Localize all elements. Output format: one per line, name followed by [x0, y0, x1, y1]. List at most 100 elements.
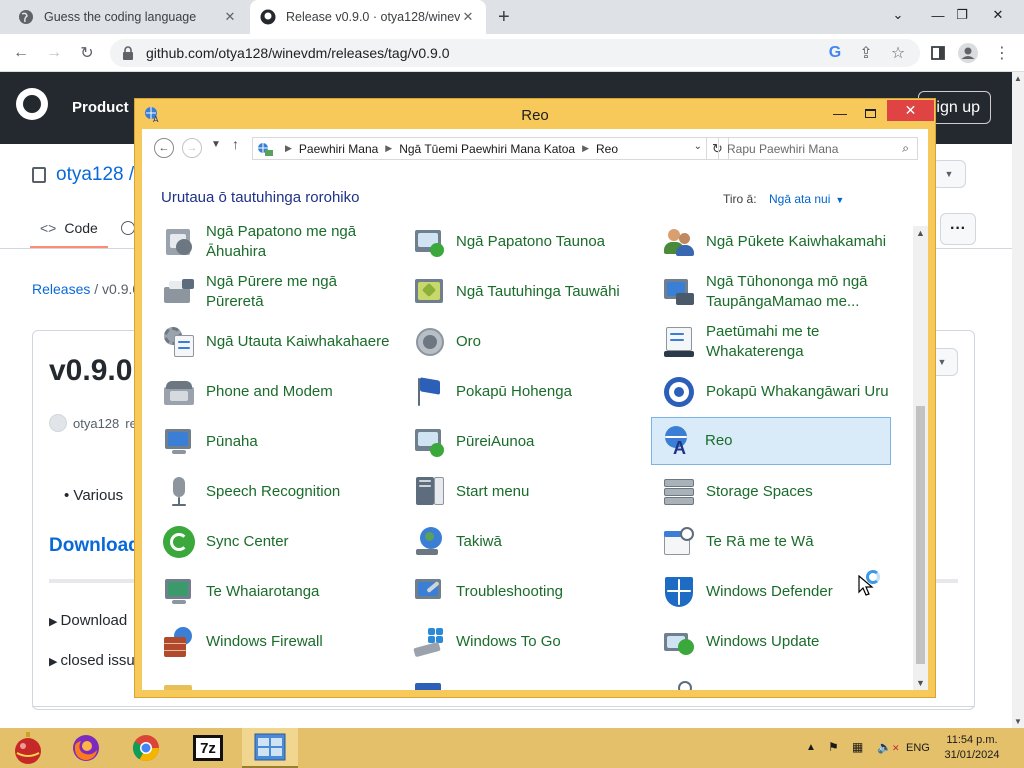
- volume-muted-icon[interactable]: 🔈✕: [877, 740, 900, 754]
- cp-item[interactable]: Ngā Papatono Taunoa: [402, 226, 642, 266]
- details-download[interactable]: ▶ Download: [49, 612, 127, 629]
- cp-item[interactable]: Storage Spaces: [652, 468, 892, 516]
- cp-item[interactable]: Phone and Modem: [152, 368, 392, 416]
- scroll-down-icon[interactable]: ▼: [916, 678, 925, 688]
- cp-item[interactable]: Te Whaiarotanga: [152, 568, 392, 616]
- address-bar[interactable]: github.com/otya128/winevdm/releases/tag/…: [110, 39, 920, 67]
- cp-item[interactable]: Speech Recognition: [152, 468, 392, 516]
- tab-code[interactable]: <> Code: [40, 220, 98, 236]
- breadcrumb-item[interactable]: Ngā Tūemi Paewhiri Mana Katoa: [399, 142, 575, 156]
- cp-item[interactable]: Windows Defender: [652, 568, 892, 616]
- close-button[interactable]: ✕: [887, 100, 934, 121]
- bookmark-star-icon[interactable]: ☆: [887, 42, 909, 64]
- minimize-button[interactable]: —: [827, 103, 853, 123]
- new-tab-button[interactable]: +: [498, 6, 510, 29]
- cp-item[interactable]: Ngā Utauta Kaiwhakahaere: [152, 318, 392, 366]
- profile-avatar-icon[interactable]: [957, 42, 979, 64]
- reload-icon[interactable]: ↻: [76, 42, 98, 64]
- control-panel-window: A Reo — ✕ ← → ▼ ↑ ▶ Paewhiri Mana ▶ Ngā …: [134, 98, 936, 698]
- items-scrollbar[interactable]: ▲ ▼: [913, 226, 928, 690]
- scroll-down-icon[interactable]: ▼: [1014, 717, 1022, 726]
- cp-item[interactable]: Paetūmahi me te Whakaterenga: [652, 318, 892, 366]
- cp-item[interactable]: Ngā Tautuhinga Tauwāhi: [402, 268, 642, 316]
- cp-item-partial[interactable]: [402, 668, 642, 690]
- cp-item[interactable]: Windows To Go: [402, 618, 642, 666]
- issues-icon[interactable]: [121, 221, 135, 235]
- cp-item[interactable]: PūreiAunoa: [402, 418, 642, 466]
- page-scrollbar[interactable]: ▲ ▼: [1012, 72, 1024, 728]
- window-titlebar[interactable]: A Reo — ✕: [135, 99, 935, 129]
- chevron-down-icon[interactable]: ⌄: [878, 0, 918, 30]
- show-hidden-icons[interactable]: ▲: [806, 742, 816, 753]
- cp-item[interactable]: Windows Update: [652, 618, 892, 666]
- cp-item-partial[interactable]: [152, 668, 392, 690]
- cp-item-partial[interactable]: [652, 668, 892, 690]
- google-icon[interactable]: G: [824, 42, 846, 64]
- avatar[interactable]: [49, 414, 67, 432]
- cp-item[interactable]: Te Rā me te Wā: [652, 518, 892, 566]
- microphone-icon: [162, 475, 196, 509]
- language-indicator[interactable]: ENG: [906, 742, 930, 754]
- breadcrumb-item[interactable]: Paewhiri Mana: [299, 142, 378, 156]
- taskbar-7zip[interactable]: 7z: [180, 728, 236, 768]
- maximize-button[interactable]: [857, 103, 883, 123]
- scroll-up-icon[interactable]: ▲: [916, 228, 925, 238]
- cp-item[interactable]: Start menu: [402, 468, 642, 516]
- view-by-dropdown[interactable]: Ngā ata nui ▼: [769, 192, 844, 206]
- back-icon[interactable]: ←: [154, 138, 174, 158]
- network-icon[interactable]: ▦: [852, 740, 863, 754]
- cp-item[interactable]: Sync Center: [152, 518, 392, 566]
- scrollbar-thumb[interactable]: [916, 406, 925, 664]
- close-icon[interactable]: ✕: [222, 9, 238, 25]
- github-logo-icon[interactable]: [16, 88, 48, 120]
- devices-printers-icon: [162, 275, 196, 309]
- more-options-button[interactable]: ···: [940, 213, 976, 245]
- browser-tab-guess[interactable]: Guess the coding language ✕: [8, 0, 248, 34]
- details-closed-issues[interactable]: ▶ closed issu: [49, 652, 135, 669]
- back-icon[interactable]: ←: [10, 42, 32, 64]
- download-heading[interactable]: Download: [49, 535, 140, 557]
- cp-item[interactable]: Pokapū Whakangāwari Uru: [652, 368, 892, 416]
- recent-pages-icon[interactable]: ▼: [211, 139, 221, 150]
- start-button[interactable]: [0, 728, 56, 768]
- search-input[interactable]: Rapu Paewhiri Mana ⌕: [718, 137, 918, 160]
- side-panel-icon[interactable]: [927, 42, 949, 64]
- cp-item[interactable]: Oro: [402, 318, 642, 366]
- cp-item[interactable]: Ngā Papatono me ngā Āhuahira: [152, 226, 392, 266]
- chevron-down-icon[interactable]: ⌄: [694, 141, 702, 152]
- cp-item[interactable]: Ngā Pūrere me ngā Pūreretā: [152, 268, 392, 316]
- cp-item[interactable]: Pokapū Hohenga: [402, 368, 642, 416]
- close-window-icon[interactable]: ✕: [978, 0, 1018, 30]
- clock[interactable]: 11:54 p.m. 31/01/2024: [932, 733, 1012, 763]
- browser-tab-release[interactable]: Release v0.9.0 · otya128/winevdm ✕: [250, 0, 486, 34]
- chevron-down-icon[interactable]: ▼: [932, 160, 966, 188]
- taskbar-control-panel[interactable]: [242, 728, 298, 768]
- breadcrumb-releases[interactable]: Releases: [32, 281, 90, 297]
- address-breadcrumb[interactable]: ▶ Paewhiri Mana ▶ Ngā Tūemi Paewhiri Man…: [252, 137, 707, 160]
- kebab-menu-icon[interactable]: ⋮: [991, 42, 1013, 64]
- cp-item[interactable]: Troubleshooting: [402, 568, 642, 616]
- release-author: otya128 re: [49, 414, 137, 432]
- nav-product[interactable]: Product: [72, 99, 129, 116]
- cp-item[interactable]: Windows Firewall: [152, 618, 392, 666]
- cp-item[interactable]: Ngā Tūhononga mō ngā TaupāngaMamao me...: [652, 268, 892, 316]
- cp-item[interactable]: Pūnaha: [152, 418, 392, 466]
- taskbar-firefox[interactable]: [58, 728, 114, 768]
- cp-item[interactable]: Takiwā: [402, 518, 642, 566]
- close-icon[interactable]: ✕: [460, 9, 476, 25]
- breadcrumb-item[interactable]: Reo: [596, 142, 618, 156]
- cp-item-selected[interactable]: A Reo: [651, 417, 891, 465]
- scroll-up-icon[interactable]: ▲: [1014, 74, 1022, 83]
- forward-icon[interactable]: →: [43, 42, 65, 64]
- share-icon[interactable]: ⇪: [855, 42, 877, 64]
- forward-icon[interactable]: →: [182, 138, 202, 158]
- taskbar-chrome[interactable]: [118, 728, 174, 768]
- cp-item[interactable]: Ngā Pūkete Kaiwhakamahi: [652, 226, 892, 266]
- programs-features-icon: [162, 226, 196, 259]
- up-arrow-icon[interactable]: ↑: [232, 136, 239, 152]
- restore-icon[interactable]: ❐: [942, 0, 982, 30]
- repo-title[interactable]: otya128 /: [32, 164, 134, 186]
- divider: [32, 706, 975, 707]
- search-icon[interactable]: ⌕: [902, 141, 909, 156]
- action-center-flag-icon[interactable]: ⚑: [828, 740, 839, 754]
